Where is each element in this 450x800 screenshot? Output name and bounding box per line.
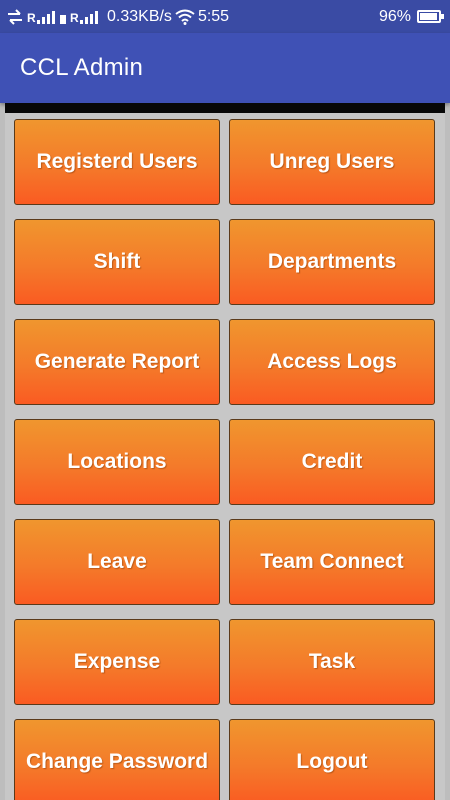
battery-percent: 96% <box>378 7 411 25</box>
wifi-icon <box>175 9 195 25</box>
status-left: R R 0.33KB/s 5:55 <box>6 8 229 26</box>
task-button[interactable]: Task <box>229 619 435 705</box>
status-right: 96% <box>379 8 444 26</box>
app-bar: CCL Admin <box>0 33 450 103</box>
battery-icon <box>417 10 444 23</box>
clock: 5:55 <box>197 7 230 25</box>
locations-button[interactable]: Locations <box>14 419 220 505</box>
menu-grid: Registerd Users Unreg Users Shift Depart… <box>5 103 445 800</box>
expense-button[interactable]: Expense <box>14 619 220 705</box>
status-bar: R R 0.33KB/s 5:55 96% <box>0 0 450 33</box>
signal-2-icon: R <box>60 9 104 25</box>
departments-button[interactable]: Departments <box>229 219 435 305</box>
registered-users-button[interactable]: Registerd Users <box>14 119 220 205</box>
svg-text:R: R <box>70 11 79 25</box>
data-transfer-icon <box>8 8 22 25</box>
change-password-button[interactable]: Change Password <box>14 719 220 800</box>
leave-button[interactable]: Leave <box>14 519 220 605</box>
app-title: CCL Admin <box>20 54 144 81</box>
signal-1-icon: R <box>27 9 57 25</box>
svg-text:R: R <box>27 11 36 25</box>
credit-button[interactable]: Credit <box>229 419 435 505</box>
logout-button[interactable]: Logout <box>229 719 435 800</box>
menu-container: Registerd Users Unreg Users Shift Depart… <box>5 103 445 800</box>
shift-button[interactable]: Shift <box>14 219 220 305</box>
generate-report-button[interactable]: Generate Report <box>14 319 220 405</box>
team-connect-button[interactable]: Team Connect <box>229 519 435 605</box>
access-logs-button[interactable]: Access Logs <box>229 319 435 405</box>
network-speed: 0.33KB/s <box>107 7 172 25</box>
unreg-users-button[interactable]: Unreg Users <box>229 119 435 205</box>
